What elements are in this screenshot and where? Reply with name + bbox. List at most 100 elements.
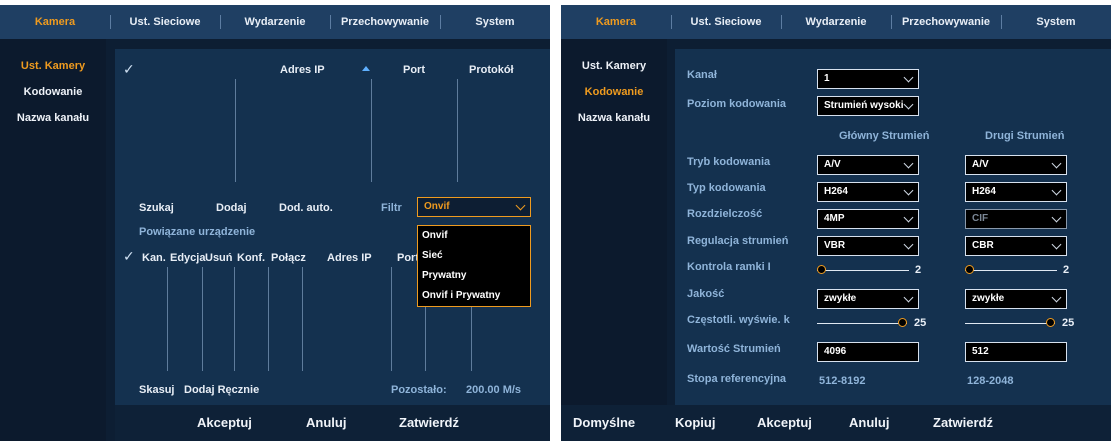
chevron-down-icon bbox=[903, 99, 914, 110]
select-all-checkbox[interactable]: ✓ bbox=[123, 61, 135, 78]
sub-bitrate-value: 512 bbox=[972, 346, 989, 357]
sidebar-item-camera-settings[interactable]: Ust. Kamery bbox=[0, 53, 106, 79]
main-frame-rate-slider[interactable] bbox=[817, 318, 907, 328]
slider-knob[interactable] bbox=[898, 318, 907, 327]
sidebar-item-encoding[interactable]: Kodowanie bbox=[561, 79, 667, 105]
manual-add-button[interactable]: Dodaj Ręcznie bbox=[184, 384, 259, 396]
main-tab-bar: Kamera Ust. Sieciowe Wydarzenie Przechow… bbox=[0, 5, 550, 39]
header-delete[interactable]: Usuń bbox=[205, 252, 233, 264]
header-port-linked[interactable]: Port bbox=[397, 252, 419, 264]
cancel-button[interactable]: Anuluj bbox=[849, 415, 889, 430]
header-connect[interactable]: Połącz bbox=[271, 252, 306, 264]
header-config[interactable]: Konf. bbox=[237, 252, 265, 264]
main-encode-type-value: H264 bbox=[824, 186, 848, 197]
accept-button[interactable]: Akceptuj bbox=[197, 415, 252, 430]
copy-button[interactable]: Kopiuj bbox=[675, 415, 715, 430]
main-quality-select[interactable]: zwykłe bbox=[817, 289, 919, 309]
main-iframe-value: 2 bbox=[915, 264, 922, 276]
slider-knob[interactable] bbox=[1046, 318, 1055, 327]
quality-label: Jakość bbox=[687, 288, 725, 300]
sub-encode-mode-select[interactable]: A/V bbox=[965, 155, 1067, 175]
column-divider bbox=[457, 79, 458, 182]
chevron-down-icon bbox=[903, 292, 914, 303]
slider-knob[interactable] bbox=[817, 265, 826, 274]
sub-iframe-slider[interactable] bbox=[965, 265, 1057, 275]
tab-camera[interactable]: Kamera bbox=[561, 5, 671, 39]
encode-mode-label: Tryb kodowania bbox=[687, 156, 771, 168]
main-encode-type-select[interactable]: H264 bbox=[817, 182, 919, 202]
tab-event[interactable]: Wydarzenie bbox=[781, 5, 891, 39]
filter-select[interactable]: Onvif bbox=[417, 197, 531, 217]
sub-bitrate-control-select[interactable]: CBR bbox=[965, 236, 1067, 256]
filter-option-network[interactable]: Sieć bbox=[418, 246, 530, 266]
tab-event[interactable]: Wydarzenie bbox=[220, 5, 330, 39]
encode-level-select[interactable]: Strumień wysoki bbox=[817, 96, 919, 116]
header-ip-address[interactable]: Adres IP bbox=[280, 64, 325, 76]
chevron-down-icon bbox=[1051, 239, 1062, 250]
accept-button[interactable]: Akceptuj bbox=[757, 415, 812, 430]
main-bitrate-control-select[interactable]: VBR bbox=[817, 236, 919, 256]
column-divider bbox=[167, 267, 168, 371]
bottom-button-bar: Akceptuj Anuluj Zatwierdź bbox=[115, 405, 550, 441]
main-quality-value: zwykłe bbox=[824, 293, 857, 304]
header-channel[interactable]: Kan. bbox=[142, 252, 166, 264]
tab-network[interactable]: Ust. Sieciowe bbox=[671, 5, 781, 39]
channel-select[interactable]: 1 bbox=[817, 69, 919, 89]
header-ip-address-linked[interactable]: Adres IP bbox=[327, 252, 372, 264]
cancel-button[interactable]: Anuluj bbox=[306, 415, 346, 430]
resolution-label: Rozdzielczość bbox=[687, 208, 763, 220]
chevron-down-icon bbox=[515, 200, 526, 211]
sub-encode-mode-value: A/V bbox=[972, 159, 989, 170]
header-port[interactable]: Port bbox=[403, 64, 425, 76]
column-divider bbox=[302, 267, 303, 371]
sub-quality-select[interactable]: zwykłe bbox=[965, 289, 1067, 309]
slider-track bbox=[965, 323, 1055, 324]
filter-dropdown-list: Onvif Sieć Prywatny Onvif i Prywatny bbox=[417, 225, 531, 307]
header-edit[interactable]: Edycja bbox=[170, 252, 205, 264]
confirm-button[interactable]: Zatwierdź bbox=[399, 415, 459, 430]
main-iframe-slider[interactable] bbox=[817, 265, 909, 275]
auto-add-button[interactable]: Dod. auto. bbox=[279, 202, 333, 214]
sub-encode-type-select[interactable]: H264 bbox=[965, 182, 1067, 202]
main-resolution-select[interactable]: 4MP bbox=[817, 209, 919, 229]
tab-storage[interactable]: Przechowywanie bbox=[891, 5, 1001, 39]
linked-devices-title: Powiązane urządzenie bbox=[139, 226, 256, 238]
chevron-down-icon bbox=[903, 185, 914, 196]
sidebar-item-camera-settings[interactable]: Ust. Kamery bbox=[561, 53, 667, 79]
search-button[interactable]: Szukaj bbox=[139, 202, 174, 214]
filter-option-onvif[interactable]: Onvif bbox=[418, 226, 530, 246]
tab-system[interactable]: System bbox=[440, 5, 550, 39]
tab-system[interactable]: System bbox=[1001, 5, 1111, 39]
sidebar-item-encoding[interactable]: Kodowanie bbox=[0, 79, 106, 105]
main-reference-rate: 512-8192 bbox=[819, 375, 866, 387]
main-encode-mode-select[interactable]: A/V bbox=[817, 155, 919, 175]
column-divider bbox=[268, 267, 269, 371]
tab-camera[interactable]: Kamera bbox=[0, 5, 110, 39]
sidebar-item-channel-name[interactable]: Nazwa kanału bbox=[0, 105, 106, 131]
sub-frame-rate-slider[interactable] bbox=[965, 318, 1055, 328]
filter-option-private[interactable]: Prywatny bbox=[418, 266, 530, 286]
default-button[interactable]: Domyślne bbox=[573, 415, 635, 430]
column-divider bbox=[235, 79, 236, 182]
sub-reference-rate: 128-2048 bbox=[967, 375, 1014, 387]
filter-option-onvif-and-private[interactable]: Onvif i Prywatny bbox=[418, 286, 530, 306]
tab-network[interactable]: Ust. Sieciowe bbox=[110, 5, 220, 39]
chevron-down-icon bbox=[903, 158, 914, 169]
slider-knob[interactable] bbox=[965, 265, 974, 274]
chevron-down-icon bbox=[1051, 185, 1062, 196]
main-stream-header: Główny Strumień bbox=[839, 130, 930, 142]
tab-storage[interactable]: Przechowywanie bbox=[330, 5, 440, 39]
sidebar: Ust. Kamery Kodowanie Nazwa kanału bbox=[0, 39, 106, 441]
delete-button[interactable]: Skasuj bbox=[139, 384, 174, 396]
confirm-button[interactable]: Zatwierdź bbox=[933, 415, 993, 430]
channel-value: 1 bbox=[824, 73, 830, 84]
sub-bitrate-input[interactable]: 512 bbox=[965, 342, 1067, 362]
main-bitrate-input[interactable]: 4096 bbox=[817, 342, 919, 362]
sidebar-item-channel-name[interactable]: Nazwa kanału bbox=[561, 105, 667, 131]
header-protocol[interactable]: Protokół bbox=[469, 64, 514, 76]
sub-resolution-select[interactable]: CIF bbox=[965, 209, 1067, 229]
filter-selected-value: Onvif bbox=[424, 201, 450, 212]
select-all-linked-checkbox[interactable]: ✓ bbox=[123, 248, 135, 265]
add-button[interactable]: Dodaj bbox=[216, 202, 247, 214]
column-divider bbox=[202, 267, 203, 371]
